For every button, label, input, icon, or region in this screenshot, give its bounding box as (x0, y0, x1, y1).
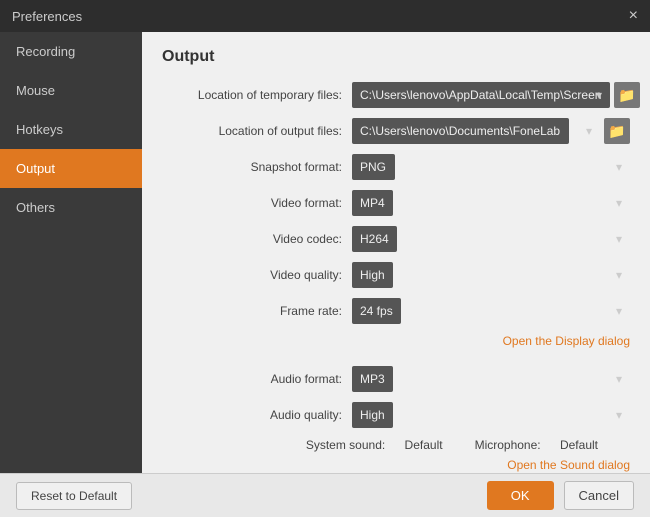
footer-right-buttons: OK Cancel (487, 481, 634, 510)
video-quality-select-wrapper: High (352, 262, 630, 288)
video-quality-control: High (352, 262, 630, 288)
snapshot-format-control: PNG (352, 154, 630, 180)
video-quality-select[interactable]: High (352, 262, 393, 288)
frame-rate-control: 24 fps (352, 298, 630, 324)
frame-rate-label: Frame rate: (162, 304, 352, 318)
video-format-row: Video format: MP4 (162, 190, 630, 216)
sidebar: Recording Mouse Hotkeys Output Others (0, 32, 142, 473)
sidebar-item-mouse[interactable]: Mouse (0, 71, 142, 110)
video-format-control: MP4 (352, 190, 630, 216)
sidebar-item-hotkeys[interactable]: Hotkeys (0, 110, 142, 149)
output-files-select[interactable]: C:\Users\lenovo\Documents\FoneLab (352, 118, 569, 144)
snapshot-format-select[interactable]: PNG (352, 154, 395, 180)
audio-format-select[interactable]: MP3 (352, 366, 393, 392)
dialog-body: Recording Mouse Hotkeys Output Others Ou… (0, 32, 650, 473)
audio-quality-select-wrapper: High (352, 402, 630, 428)
display-dialog-link[interactable]: Open the Display dialog (503, 334, 630, 348)
output-files-browse-button[interactable]: 📁 (604, 118, 630, 144)
video-codec-label: Video codec: (162, 232, 352, 246)
ok-button[interactable]: OK (487, 481, 554, 510)
cancel-button[interactable]: Cancel (564, 481, 634, 510)
frame-rate-select-wrapper: 24 fps (352, 298, 630, 324)
title-bar: Preferences × (0, 0, 650, 32)
output-files-control: C:\Users\lenovo\Documents\FoneLab 📁 (352, 118, 630, 144)
output-files-select-wrapper: C:\Users\lenovo\Documents\FoneLab (352, 118, 600, 144)
close-button[interactable]: × (629, 8, 638, 24)
sidebar-item-output[interactable]: Output (0, 149, 142, 188)
audio-quality-control: High (352, 402, 630, 428)
footer: Reset to Default OK Cancel (0, 473, 650, 517)
audio-format-row: Audio format: MP3 (162, 366, 630, 392)
snapshot-format-select-wrapper: PNG (352, 154, 630, 180)
snapshot-format-label: Snapshot format: (162, 160, 352, 174)
snapshot-format-row: Snapshot format: PNG (162, 154, 630, 180)
folder-icon-2: 📁 (608, 123, 625, 140)
audio-quality-row: Audio quality: High (162, 402, 630, 428)
microphone-label: Microphone: Default (475, 438, 614, 452)
output-files-label: Location of output files: (162, 124, 352, 138)
video-quality-label: Video quality: (162, 268, 352, 282)
temp-files-select-wrapper: C:\Users\lenovo\AppData\Local\Temp\Scree… (352, 82, 610, 108)
video-quality-row: Video quality: High (162, 262, 630, 288)
dialog-title: Preferences (12, 9, 82, 24)
video-format-label: Video format: (162, 196, 352, 210)
temp-files-browse-button[interactable]: 📁 (614, 82, 640, 108)
sound-dialog-link[interactable]: Open the Sound dialog (507, 458, 630, 472)
video-codec-select-wrapper: H264 (352, 226, 630, 252)
temp-files-select[interactable]: C:\Users\lenovo\AppData\Local\Temp\Scree… (352, 82, 610, 108)
audio-format-select-wrapper: MP3 (352, 366, 630, 392)
sound-dialog-link-row: Open the Sound dialog (162, 458, 630, 472)
frame-rate-row: Frame rate: 24 fps (162, 298, 630, 324)
system-sound-row: System sound: Default Microphone: Defaul… (162, 438, 630, 452)
temp-files-control: C:\Users\lenovo\AppData\Local\Temp\Scree… (352, 82, 640, 108)
audio-quality-label: Audio quality: (162, 408, 352, 422)
temp-files-label: Location of temporary files: (162, 88, 352, 102)
temp-files-row: Location of temporary files: C:\Users\le… (162, 82, 630, 108)
video-format-select[interactable]: MP4 (352, 190, 393, 216)
video-codec-control: H264 (352, 226, 630, 252)
video-codec-row: Video codec: H264 (162, 226, 630, 252)
video-format-select-wrapper: MP4 (352, 190, 630, 216)
section-title: Output (162, 48, 630, 66)
sidebar-item-recording[interactable]: Recording (0, 32, 142, 71)
main-content: Output Location of temporary files: C:\U… (142, 32, 650, 473)
audio-quality-select[interactable]: High (352, 402, 393, 428)
video-codec-select[interactable]: H264 (352, 226, 397, 252)
display-dialog-link-row: Open the Display dialog (162, 334, 630, 348)
folder-icon: 📁 (618, 87, 635, 104)
sidebar-item-others[interactable]: Others (0, 188, 142, 227)
output-files-row: Location of output files: C:\Users\lenov… (162, 118, 630, 144)
frame-rate-select[interactable]: 24 fps (352, 298, 401, 324)
audio-format-label: Audio format: (162, 372, 352, 386)
reset-button[interactable]: Reset to Default (16, 482, 132, 510)
audio-format-control: MP3 (352, 366, 630, 392)
system-sound-label: System sound: Default (306, 438, 459, 452)
